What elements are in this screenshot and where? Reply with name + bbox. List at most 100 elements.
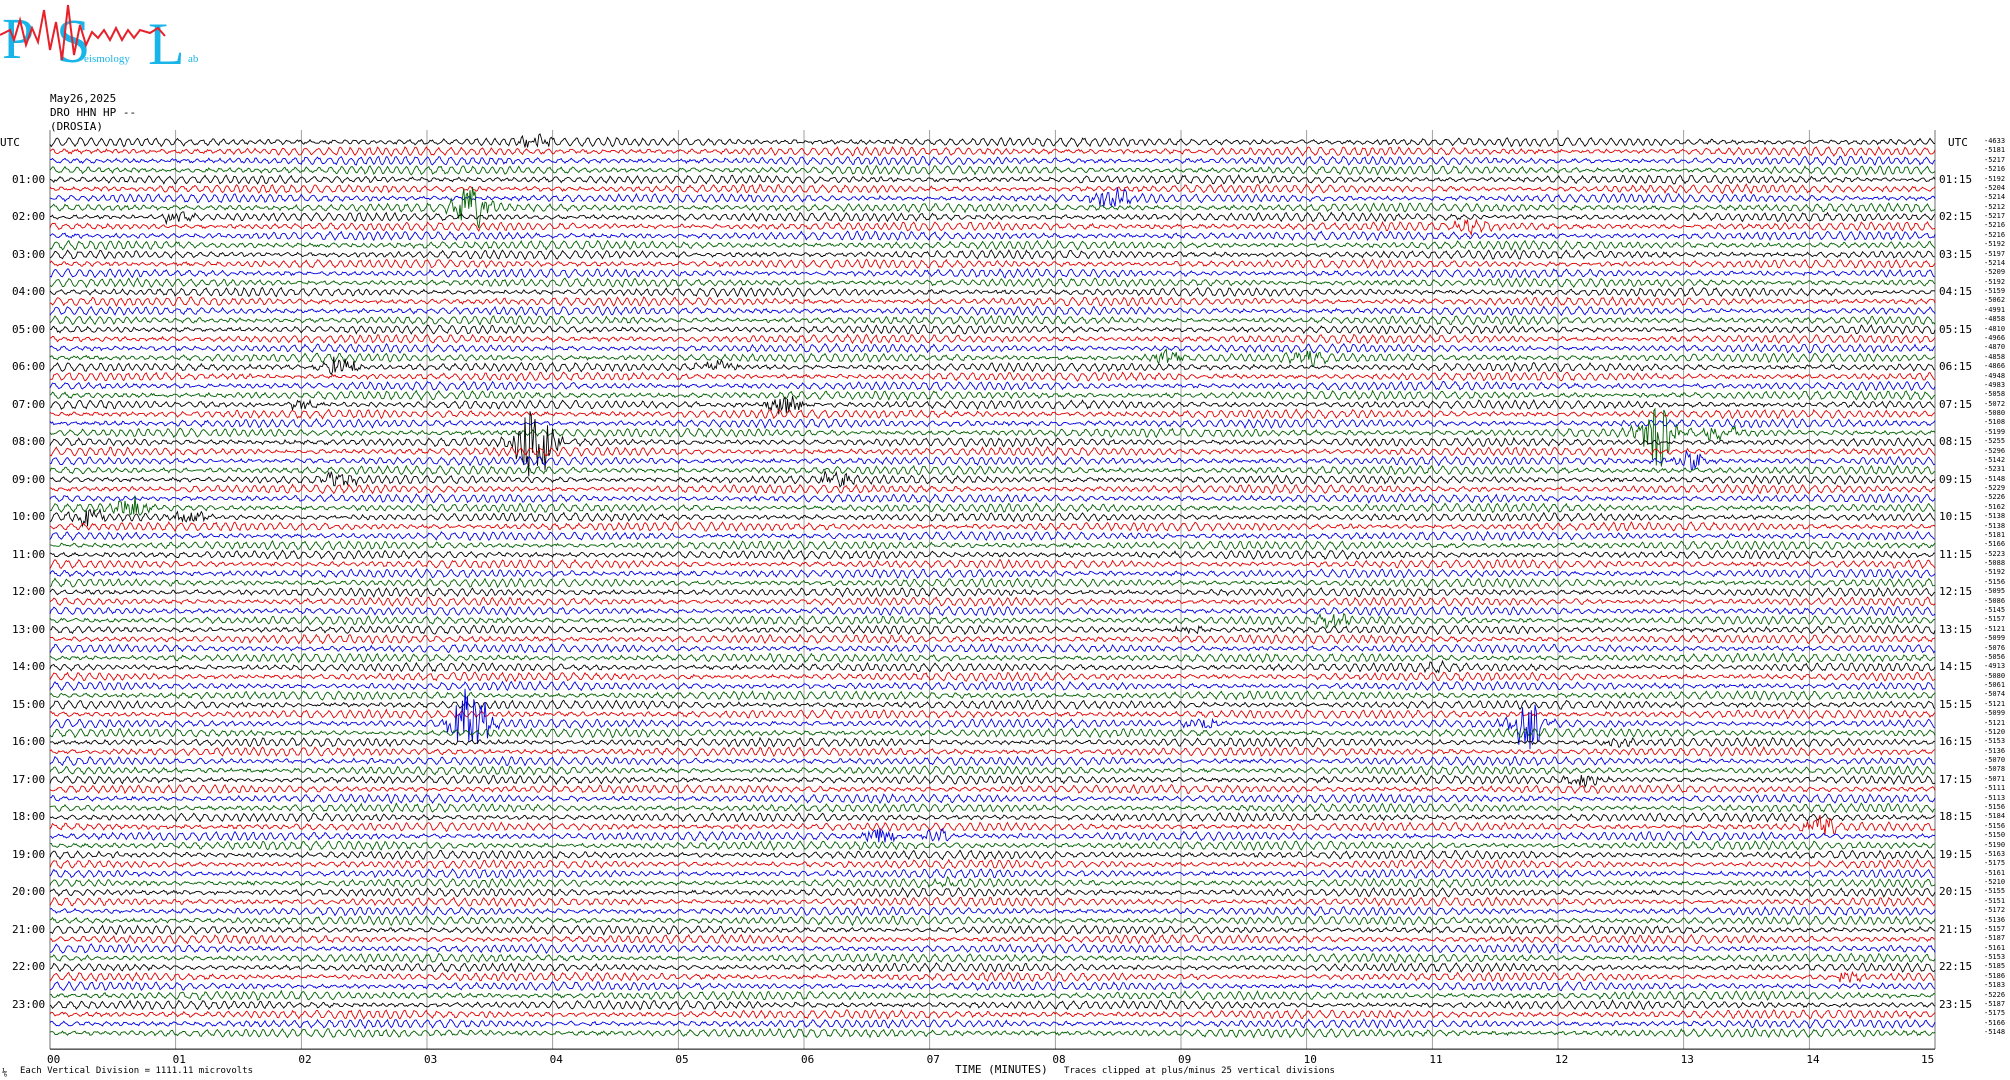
trace-offset-label: -5296 xyxy=(1984,446,2006,455)
trace-offset-label: -5226 xyxy=(1984,493,2006,502)
trace-offset-label: -5153 xyxy=(1984,737,2006,746)
seismic-trace xyxy=(49,530,1936,542)
right-time-label: 15:15 xyxy=(1939,697,1973,711)
seismic-trace xyxy=(49,915,1936,927)
seismic-trace xyxy=(49,305,1936,317)
footer-clip-note: Traces clipped at plus/minus 25 vertical… xyxy=(1064,1066,1335,1076)
right-time-label: 05:15 xyxy=(1939,322,1973,336)
trace-offset-label: -5138 xyxy=(1984,521,2006,530)
x-tick-label: 09 xyxy=(1178,1053,1192,1067)
trace-offset-label: -5056 xyxy=(1984,652,2006,661)
left-time-label: 22:00 xyxy=(12,960,46,974)
seismic-trace xyxy=(49,642,1936,655)
trace-offset-label: -5138 xyxy=(1984,512,2006,521)
seismic-trace xyxy=(49,577,1936,589)
trace-offset-label: -5181 xyxy=(1984,146,2006,155)
trace-offset-label: -5175 xyxy=(1984,1009,2006,1018)
trace-offset-label: -5166 xyxy=(1984,1018,2006,1027)
left-time-label: 12:00 xyxy=(12,585,46,599)
trace-offset-label: -5212 xyxy=(1984,202,2006,211)
trace-offset-label: -5161 xyxy=(1984,868,2006,877)
trace-offset-label: -4991 xyxy=(1984,305,2006,314)
trace-offset-label: -5181 xyxy=(1984,530,2006,539)
trace-offset-label: -5157 xyxy=(1984,924,2006,933)
trace-offset-label: -5231 xyxy=(1984,465,2006,474)
seismic-trace xyxy=(49,886,1936,899)
seismic-trace xyxy=(49,596,1936,608)
seismic-trace xyxy=(49,286,1936,298)
seismic-trace xyxy=(49,495,1936,516)
right-time-label: 13:15 xyxy=(1939,622,1973,636)
right-time-label: 06:15 xyxy=(1939,360,1973,374)
trace-offset-label: -5099 xyxy=(1984,634,2006,643)
seismic-trace xyxy=(49,812,1936,823)
trace-offset-label: -5162 xyxy=(1984,502,2006,511)
right-time-label: 12:15 xyxy=(1939,585,1973,599)
trace-offset-label: -5204 xyxy=(1984,183,2006,192)
trace-offset-label: -5145 xyxy=(1984,606,2006,614)
seismic-trace xyxy=(49,858,1936,870)
trace-offset-label: -5121 xyxy=(1984,624,2006,633)
right-time-label: 10:15 xyxy=(1939,510,1973,524)
right-time-label: 11:15 xyxy=(1939,547,1973,561)
seismic-trace xyxy=(49,258,1936,270)
right-time-label: 22:15 xyxy=(1939,960,1973,974)
seismic-trace xyxy=(49,1018,1936,1030)
x-tick-label: 00 xyxy=(47,1053,61,1067)
seismic-trace xyxy=(49,699,1936,710)
left-time-label: 13:00 xyxy=(12,622,46,636)
trace-offset-label: -5099 xyxy=(1984,709,2006,718)
seismic-trace xyxy=(49,249,1936,261)
trace-offset-label: -5156 xyxy=(1984,821,2006,830)
trace-offset-label: -5157 xyxy=(1984,615,2006,624)
seismic-trace xyxy=(49,133,1936,148)
seismic-trace xyxy=(49,624,1936,636)
right-time-label: 16:15 xyxy=(1939,735,1973,749)
trace-offset-label: -5161 xyxy=(1984,943,2006,952)
trace-offset-label: -5159 xyxy=(1984,287,2006,296)
left-time-label: 08:00 xyxy=(12,435,46,449)
trace-offset-label: -5216 xyxy=(1984,221,2006,230)
trace-offset-label: -4948 xyxy=(1984,371,2006,380)
trace-offset-label: -5172 xyxy=(1984,906,2006,915)
seismic-trace xyxy=(50,840,1936,852)
x-tick-label: 03 xyxy=(424,1053,438,1067)
seismic-trace xyxy=(49,849,1936,861)
seismic-trace xyxy=(49,469,1936,488)
trace-offset-label: -5071 xyxy=(1984,774,2006,783)
right-time-label: 04:15 xyxy=(1939,285,1973,299)
left-time-label: 21:00 xyxy=(12,922,46,936)
seismic-trace xyxy=(49,905,1936,917)
seismic-trace xyxy=(49,933,1935,945)
right-time-label: 20:15 xyxy=(1939,885,1973,899)
right-time-label: 19:15 xyxy=(1939,847,1973,861)
trace-offset-label: -5190 xyxy=(1984,840,2006,849)
seismic-trace xyxy=(49,173,1936,185)
footer-marker: ⅙ xyxy=(2,1068,8,1078)
trace-offset-label: -5163 xyxy=(1984,849,2006,858)
seismic-trace xyxy=(49,736,1936,748)
left-time-label: 10:00 xyxy=(12,510,46,524)
trace-offset-label: -5121 xyxy=(1984,718,2006,727)
seismic-trace xyxy=(49,708,1936,720)
seismic-trace xyxy=(49,745,1936,758)
right-time-label: 23:15 xyxy=(1939,997,1973,1011)
trace-offset-label: -5153 xyxy=(1984,953,2006,962)
trace-offset-label: -5217 xyxy=(1984,155,2006,164)
trace-offset-label: -4983 xyxy=(1984,380,2006,389)
left-time-label: 05:00 xyxy=(12,322,46,336)
left-time-label: 02:00 xyxy=(12,210,46,224)
trace-offset-label: -5199 xyxy=(1984,427,2006,436)
trace-offset-label: -5150 xyxy=(1984,831,2006,840)
seismic-trace xyxy=(49,980,1936,992)
seismic-trace xyxy=(49,690,1936,701)
trace-offset-label: -5229 xyxy=(1984,484,2006,493)
trace-offset-label: -5214 xyxy=(1984,258,2006,267)
seismic-trace xyxy=(49,558,1936,570)
x-tick-label: 13 xyxy=(1680,1053,1694,1067)
trace-offset-label: -5072 xyxy=(1984,399,2006,408)
x-tick-label: 12 xyxy=(1555,1053,1569,1067)
left-time-label: 11:00 xyxy=(12,547,46,561)
seismic-trace xyxy=(49,164,1936,176)
seismic-trace xyxy=(49,418,1936,430)
